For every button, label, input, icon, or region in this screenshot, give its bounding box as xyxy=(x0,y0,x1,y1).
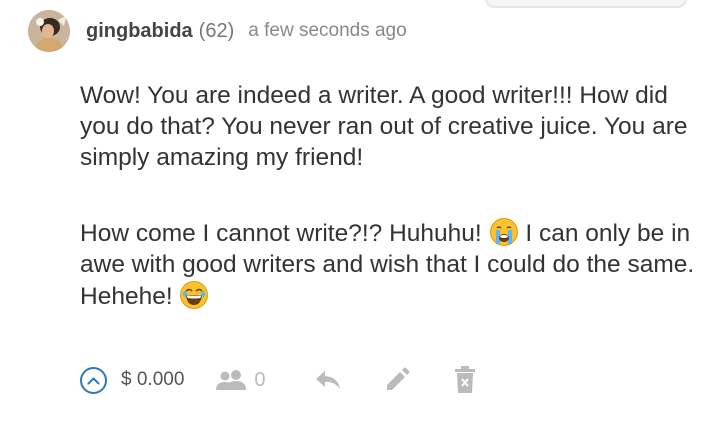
comment-body: Wow! You are indeed a writer. A good wri… xyxy=(80,80,710,312)
trash-icon xyxy=(454,366,475,393)
comment-paragraph: Wow! You are indeed a writer. A good wri… xyxy=(80,80,710,173)
pencil-icon xyxy=(386,367,410,390)
chevron-up-icon xyxy=(87,377,100,384)
voters-button[interactable]: 0 xyxy=(214,368,266,392)
author-reputation: (62) xyxy=(198,19,235,42)
delete-button[interactable] xyxy=(454,366,476,394)
comment-paragraph: How come I cannot write?!? Huhuhu! I can… xyxy=(80,217,710,312)
comment-paragraph-text: How come I cannot write?!? Huhuhu! xyxy=(80,220,482,247)
upvote-button[interactable] xyxy=(80,366,107,394)
avatar[interactable] xyxy=(28,10,70,52)
reply-icon xyxy=(315,371,340,389)
voters-count: 0 xyxy=(254,368,266,391)
people-icon xyxy=(216,370,247,390)
reply-button[interactable] xyxy=(314,369,342,391)
crying-face-icon xyxy=(489,217,519,247)
edit-button[interactable] xyxy=(384,367,410,393)
author-name[interactable]: gingbabida xyxy=(86,20,193,43)
payout-value[interactable]: $ 0.000 xyxy=(121,369,184,391)
comment-paragraph-text: Wow! You are indeed a writer. A good wri… xyxy=(80,82,688,171)
comment-footer: $ 0.000 0 xyxy=(80,366,476,394)
top-partial-button[interactable] xyxy=(485,0,687,8)
comment-header: gingbabida (62) a few seconds ago xyxy=(28,9,407,53)
comment-timestamp[interactable]: a few seconds ago xyxy=(248,20,406,42)
laughing-face-icon xyxy=(179,280,209,310)
